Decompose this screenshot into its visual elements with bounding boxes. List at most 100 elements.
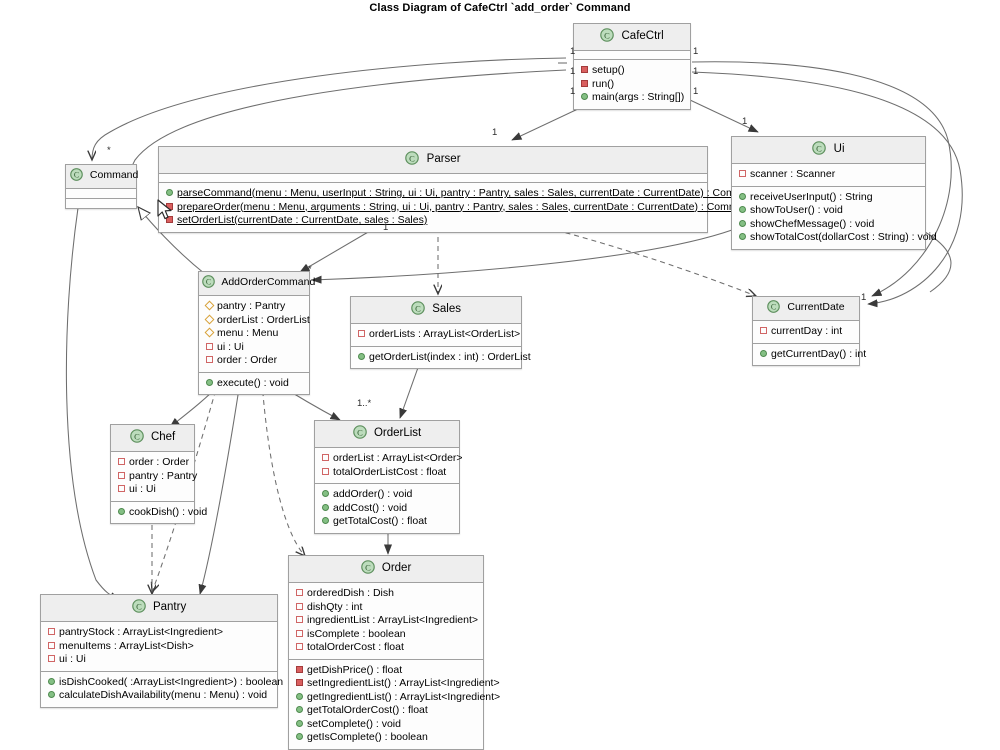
member-row[interactable]: getCurrentDay() : int [759, 348, 866, 362]
visibility-public-icon [118, 507, 125, 515]
member-row[interactable]: addCost() : void [321, 502, 454, 516]
fields-compartment-order: orderedDish : Dish dishQty : int ingredi… [289, 583, 483, 659]
visibility-public-icon [206, 378, 213, 386]
member-row[interactable]: addOrder() : void [321, 488, 454, 502]
member-row[interactable]: orderList : OrderList [204, 314, 310, 328]
class-name-parser: Parser [426, 153, 461, 165]
member-row[interactable]: showChefMessage() : void [738, 218, 920, 232]
edge-multiplicity-label: 1 [693, 46, 699, 57]
class-header-parser: C Parser [159, 147, 707, 174]
class-box-orderlist[interactable]: C OrderList orderList : ArrayList<Order>… [314, 420, 463, 534]
class-box-order[interactable]: C Order orderedDish : Dish dishQty : int… [288, 555, 500, 750]
member-row[interactable]: isDishCooked( :ArrayList<Ingredient>) : … [47, 676, 283, 690]
visibility-private-icon [296, 679, 303, 686]
member-row[interactable]: ui : Ui [205, 341, 304, 355]
class-name-cafectrl: CafeCtrl [621, 30, 664, 42]
member-row[interactable]: getTotalOrderCost() : float [295, 704, 478, 718]
member-row[interactable]: getIsComplete() : boolean [295, 731, 478, 745]
member-row[interactable]: ui : Ui [47, 653, 272, 667]
fields-compartment-currentdate: currentDay : int [753, 321, 859, 343]
visibility-private-field-icon [322, 467, 329, 475]
fields-compartment-pantry: pantryStock : ArrayList<Ingredient> menu… [41, 622, 277, 671]
fields-compartment-addordercommand: pantry : Pantry orderList : OrderList me… [199, 296, 310, 372]
visibility-private-icon [581, 79, 588, 87]
class-box-pantry[interactable]: C Pantry pantryStock : ArrayList<Ingredi… [40, 594, 283, 708]
class-box-cafectrl[interactable]: C CafeCtrl setup() run() main(args : Str… [573, 23, 691, 110]
class-name-pantry: Pantry [152, 601, 187, 613]
class-c-icon: C [129, 429, 144, 446]
visibility-public-icon [166, 189, 173, 196]
methods-compartment-currentdate: getCurrentDay() : int [753, 342, 866, 365]
member-row[interactable]: totalOrderCost : float [295, 641, 478, 655]
member-row[interactable]: orderedDish : Dish [295, 587, 478, 601]
visibility-private-field-icon [48, 628, 55, 635]
member-row[interactable]: isComplete : boolean [295, 628, 478, 642]
class-box-addordercommand[interactable]: C AddOrderCommand pantry : Pantry orderL… [198, 271, 315, 395]
member-row[interactable]: showTotalCost(dollarCost : String) : voi… [738, 231, 937, 245]
svg-text:C: C [410, 153, 416, 163]
member-row[interactable]: pantry : Pantry [204, 300, 304, 314]
class-box-currentdate[interactable]: C CurrentDate currentDay : int getCurren… [752, 296, 866, 366]
fields-compartment-command [66, 189, 136, 198]
svg-text:C: C [357, 427, 363, 437]
edge-multiplicity-label: 1 [742, 116, 748, 127]
member-row[interactable]: dishQty : int [295, 601, 478, 615]
visibility-private-field-icon [358, 330, 365, 337]
class-box-ui[interactable]: C Ui scanner : Scanner receiveUserInput(… [731, 136, 937, 250]
member-row[interactable]: scanner : Scanner [738, 168, 920, 182]
class-box-sales[interactable]: C Sales orderLists : ArrayList<OrderList… [350, 296, 531, 369]
member-row[interactable]: run() [580, 78, 685, 92]
class-box-parser[interactable]: C Parser parseCommand(menu : Menu, userI… [158, 146, 761, 233]
member-row[interactable]: pantryStock : ArrayList<Ingredient> [47, 626, 272, 640]
member-row[interactable]: execute() : void [205, 377, 304, 391]
class-c-icon: C [360, 560, 375, 577]
member-row[interactable]: getIngredientList() : ArrayList<Ingredie… [295, 691, 500, 705]
class-diagram-canvas: Class Diagram of CafeCtrl `add_order` Co… [0, 0, 1000, 750]
member-row[interactable]: calculateDishAvailability(menu : Menu) :… [47, 689, 272, 703]
visibility-private-field-icon [118, 471, 125, 479]
member-row[interactable]: orderLists : ArrayList<OrderList> [357, 328, 520, 342]
member-row[interactable]: getTotalCost() : float [321, 515, 454, 529]
visibility-private-field-icon [118, 458, 125, 465]
member-row[interactable]: setOrderList(currentDate : CurrentDate, … [165, 214, 702, 228]
visibility-public-icon [48, 677, 55, 685]
member-row[interactable]: setComplete() : void [295, 718, 478, 732]
visibility-private-field-icon [296, 643, 303, 650]
class-c-icon: C [411, 301, 425, 318]
svg-text:C: C [134, 431, 140, 441]
visibility-private-field-icon [322, 454, 329, 461]
class-header-pantry: C Pantry [41, 595, 277, 622]
member-row[interactable]: showToUser() : void [738, 204, 920, 218]
member-row[interactable]: order : Order [117, 456, 189, 470]
member-row[interactable]: ui : Ui [117, 483, 189, 497]
class-box-chef[interactable]: C Chef order : Order pantry : Pantry ui … [110, 424, 207, 524]
member-row[interactable]: getDishPrice() : float [295, 664, 478, 678]
member-row[interactable]: prepareOrder(menu : Menu, arguments : St… [165, 201, 755, 215]
member-row[interactable]: main(args : String[]) [580, 91, 685, 105]
member-row[interactable]: totalOrderListCost : float [321, 466, 454, 480]
member-row[interactable]: order : Order [205, 354, 304, 368]
member-row[interactable]: receiveUserInput() : String [738, 191, 920, 205]
edge-multiplicity-label: 1..* [357, 398, 372, 409]
class-name-ui: Ui [833, 143, 845, 155]
member-row[interactable]: parseCommand(menu : Menu, userInput : St… [165, 187, 761, 201]
visibility-private-icon [166, 202, 173, 210]
member-row[interactable]: currentDay : int [759, 325, 854, 339]
visibility-private-field-icon [48, 655, 55, 662]
member-row[interactable]: getOrderList(index : int) : OrderList [357, 351, 531, 365]
member-row[interactable]: setup() [580, 64, 685, 78]
visibility-private-field-icon [118, 485, 125, 492]
member-row[interactable]: menuItems : ArrayList<Dish> [47, 640, 272, 654]
member-row[interactable]: ingredientList : ArrayList<Ingredient> [295, 614, 478, 628]
edge-multiplicity-label: 1 [570, 66, 576, 77]
visibility-public-icon [296, 733, 303, 740]
class-box-command[interactable]: C Command [65, 164, 138, 209]
member-row[interactable]: menu : Menu [204, 327, 304, 341]
class-name-sales: Sales [432, 303, 461, 315]
visibility-public-icon [322, 503, 329, 511]
member-row[interactable]: cookDish() : void [117, 506, 207, 520]
member-row[interactable]: pantry : Pantry [117, 470, 197, 484]
fields-compartment-cafectrl [574, 51, 690, 59]
member-row[interactable]: orderList : ArrayList<Order> [321, 452, 463, 466]
member-row[interactable]: setIngredientList() : ArrayList<Ingredie… [295, 677, 500, 691]
